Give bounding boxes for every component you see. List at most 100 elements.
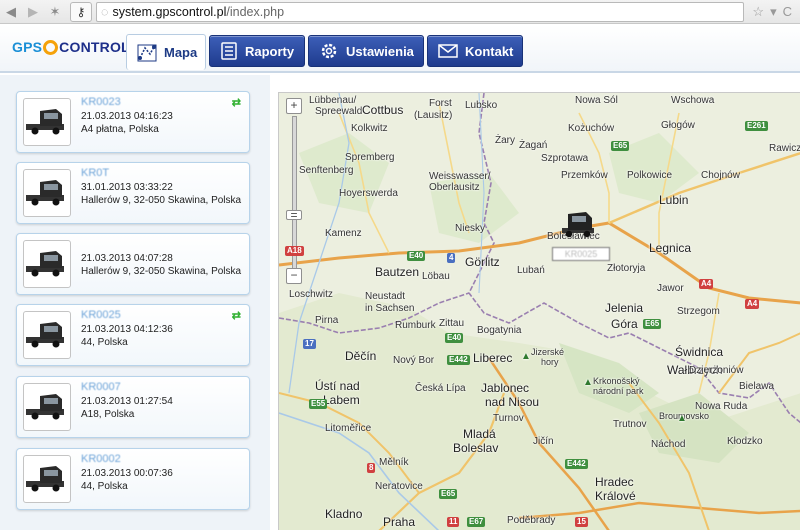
map-label: Mladá <box>463 427 496 441</box>
tab-ustawienia[interactable]: Ustawienia <box>308 35 424 67</box>
zoom-out-button[interactable]: − <box>286 268 302 284</box>
map-label: Litoměřice <box>325 423 372 434</box>
tab-raporty-label: Raporty <box>245 43 295 59</box>
vehicle-date: 21.03.2013 01:27:54 <box>81 396 173 407</box>
back-arrow-icon[interactable]: ◀ <box>0 1 22 23</box>
map-label: Boleslav <box>453 441 499 455</box>
tab-kontakt[interactable]: Kontakt <box>427 35 523 67</box>
map-label: Góra <box>611 317 638 331</box>
zoom-in-button[interactable]: + <box>286 98 302 114</box>
gpscontrol-logo[interactable]: GPS CONTROL <box>12 39 130 55</box>
vehicle-address: Hallerów 9, 32-050 Skawina, Polska <box>81 266 242 277</box>
road-shield: E40 <box>445 333 464 343</box>
map-label: Lübbenau/ <box>309 95 357 106</box>
zoom-slider-handle[interactable]: = <box>286 209 302 221</box>
map-label: Weisswasser/ <box>429 171 491 182</box>
map-label: Żary <box>495 135 515 146</box>
road-shield: E67 <box>467 517 486 527</box>
map-label: Polkowice <box>627 170 673 181</box>
vehicle-name[interactable]: KR0025 <box>81 309 121 321</box>
map-label: Neustadt <box>365 291 406 302</box>
vehicle-address: 44, Polska <box>81 481 128 492</box>
map-label: Kłodzko <box>727 436 763 447</box>
road-shield: E55 <box>309 399 328 409</box>
vehicle-address: A18, Polska <box>81 409 135 420</box>
vehicle-marker-truck-icon[interactable] <box>560 210 596 240</box>
tab-raporty[interactable]: Raporty <box>209 35 305 67</box>
gsm-transfer-icon: ⇄ <box>231 310 241 322</box>
vehicle-card[interactable]: KR0002 21.03.2013 00:07:36 44, Polska <box>16 448 250 510</box>
road-shield: E65 <box>611 141 630 151</box>
map-label: Jawor <box>657 283 684 294</box>
key-icon[interactable]: ⚷ <box>70 1 92 22</box>
road-shield: E40 <box>407 251 426 261</box>
vehicle-address: Hallerów 9, 32-050 Skawina, Polska <box>81 195 242 206</box>
map-label: Jelenia <box>605 301 644 315</box>
refresh-icon[interactable]: C <box>783 4 792 20</box>
dropdown-icon[interactable]: ▾ <box>770 4 777 20</box>
map-label: Hoyerswerda <box>339 188 398 199</box>
map-label: Lubsko <box>465 100 498 111</box>
road-shield: A4 <box>745 299 760 309</box>
mountain-icon: ▲ <box>521 351 531 362</box>
gsm-transfer-icon: ⇄ <box>231 97 241 109</box>
forward-arrow-icon[interactable]: ▶ <box>22 1 44 23</box>
road-shield: 8 <box>367 463 376 473</box>
vehicle-name[interactable]: KR0007 <box>81 381 121 393</box>
tab-mapa[interactable]: Mapa <box>126 34 206 70</box>
vehicle-list: KR0023 ⇄ 21.03.2013 04:16:23 A4 płatna, … <box>0 75 270 530</box>
vehicle-name[interactable]: KR0T <box>81 167 109 179</box>
vehicle-card[interactable]: KR0T 31.01.2013 03:33:22 Hallerów 9, 32-… <box>16 162 250 224</box>
vehicle-name[interactable]: KR0002 <box>81 453 121 465</box>
map-label: Krkonošský <box>593 376 640 386</box>
extensions-icon[interactable]: ✶ <box>44 1 66 23</box>
road-shield: 17 <box>303 339 316 349</box>
map-label: Złotoryja <box>607 263 646 274</box>
map-label: nad Nisou <box>485 395 540 409</box>
vehicle-address: A4 płatna, Polska <box>81 124 159 135</box>
logo-control: CONTROL <box>59 39 130 55</box>
map-label: Bielawa <box>739 381 775 392</box>
map-label: Legnica <box>649 241 692 255</box>
map-view[interactable]: + = − Lübbenau/ Spreewald Cottbus Forst … <box>278 92 800 530</box>
map-label: národní park <box>593 386 644 396</box>
vehicle-card[interactable]: KR0007 21.03.2013 01:27:54 A18, Polska <box>16 376 250 438</box>
map-label: Spreewald <box>315 106 363 117</box>
road-shield: 15 <box>575 517 588 527</box>
road-shield: E65 <box>439 489 458 499</box>
map-label: Chojnów <box>701 170 740 181</box>
vehicle-date: 21.03.2013 00:07:36 <box>81 468 173 479</box>
map-label: hory <box>541 357 559 367</box>
page-icon: ◌ <box>101 4 109 19</box>
bookmark-star-icon[interactable]: ☆ <box>752 4 764 20</box>
vehicle-marker-label[interactable]: KR0025 <box>552 247 610 261</box>
map-label: Náchod <box>651 439 686 450</box>
map-label: Wschowa <box>671 95 715 106</box>
map-label: Králové <box>595 489 636 503</box>
url-path: /index.php <box>226 4 285 19</box>
map-label: Kożuchów <box>568 123 615 134</box>
map-label: Strzegom <box>677 306 720 317</box>
map-label: Dzierżoniów <box>689 365 744 376</box>
map-label: Świdnica <box>675 345 724 359</box>
truck-icon <box>23 240 71 288</box>
route-map-icon <box>137 43 157 63</box>
map-label: Senftenberg <box>299 165 354 176</box>
vehicle-card[interactable]: 21.03.2013 04:07:28 Hallerów 9, 32-050 S… <box>16 233 250 295</box>
vehicle-card[interactable]: KR0025 ⇄ 21.03.2013 04:12:36 44, Polska <box>16 304 250 366</box>
map-label: Labem <box>323 393 360 407</box>
vehicle-name[interactable]: KR0023 <box>81 96 121 108</box>
road-shield: E261 <box>745 121 768 131</box>
truck-icon <box>23 98 71 146</box>
address-bar[interactable]: ◌ system.gpscontrol.pl/index.php <box>96 1 745 22</box>
map-label: Hradec <box>595 475 634 489</box>
vehicle-address: 44, Polska <box>81 337 128 348</box>
vehicle-card[interactable]: KR0023 ⇄ 21.03.2013 04:16:23 A4 płatna, … <box>16 91 250 153</box>
map-label: Kamenz <box>325 228 362 239</box>
map-label: Oberlausitz <box>429 182 480 193</box>
tab-ustawienia-label: Ustawienia <box>346 43 414 59</box>
map-label: Zittau <box>439 318 465 329</box>
map-label: Żagań <box>519 140 548 151</box>
url-host: system.gpscontrol.pl <box>112 4 227 19</box>
mountain-icon: ▲ <box>583 377 593 388</box>
